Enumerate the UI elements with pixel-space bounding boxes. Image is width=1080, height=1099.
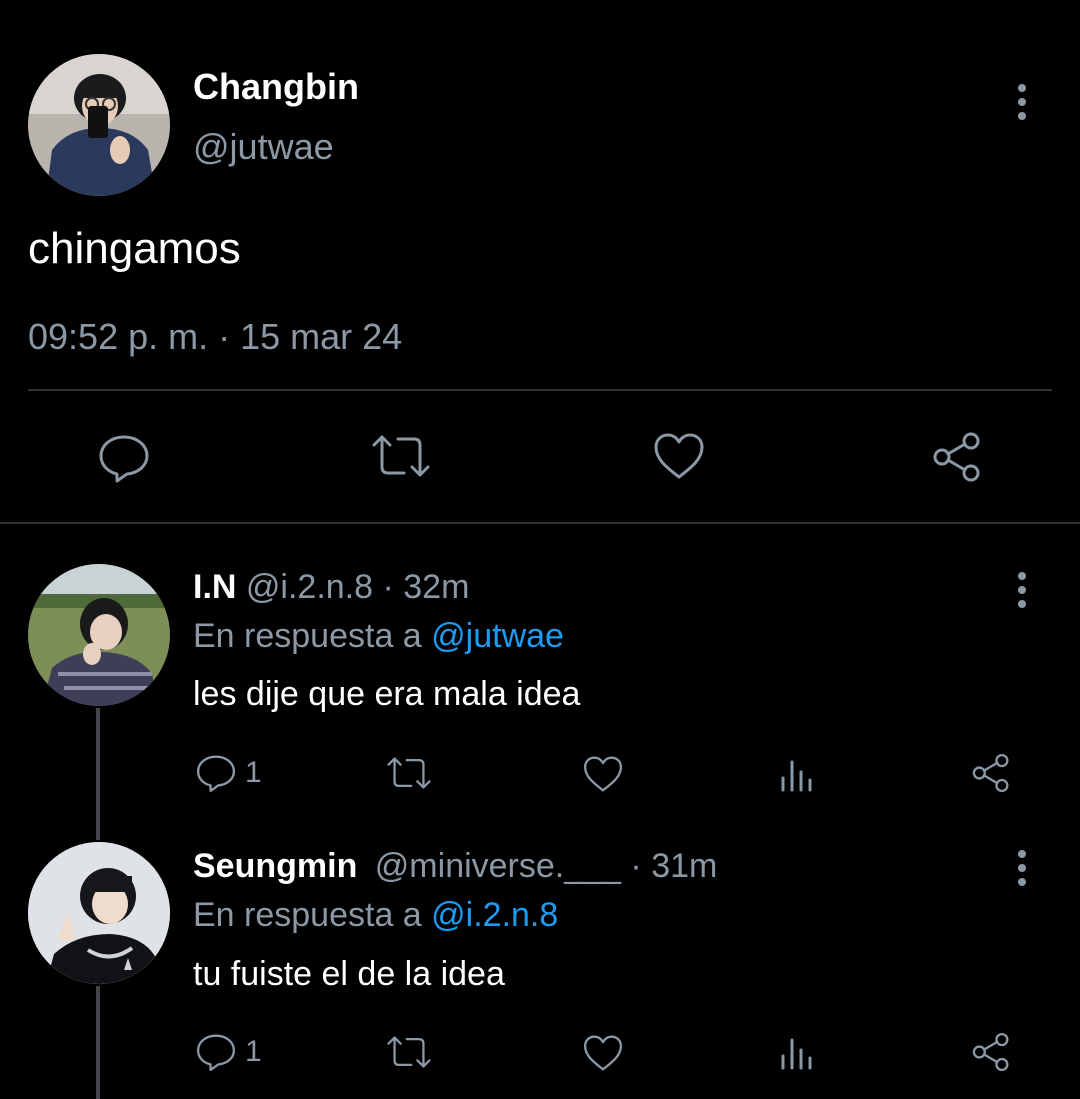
reply-header: I.N @i.2.n.8 · 32m	[193, 568, 469, 607]
author-handle[interactable]: @jutwae	[193, 126, 334, 168]
reply-author-handle[interactable]: @i.2.n.8	[246, 568, 373, 606]
replying-to-label: En respuesta a	[193, 896, 422, 934]
reply-time: · 31m	[630, 847, 718, 885]
profile-photo	[28, 54, 170, 196]
profile-photo	[28, 564, 170, 706]
more-options-icon[interactable]	[1012, 848, 1032, 888]
analytics-icon[interactable]	[779, 1034, 815, 1070]
replying-to-mention[interactable]: @jutwae	[431, 617, 564, 655]
reply-avatar[interactable]	[28, 564, 170, 706]
replying-to-label: En respuesta a	[193, 617, 422, 655]
tweet-timestamp: 09:52 p. m. · 15 mar 24	[28, 316, 403, 357]
more-options-icon[interactable]	[1012, 82, 1032, 122]
replying-to: En respuesta a @i.2.n.8	[193, 896, 558, 935]
reply-count: 1	[245, 1035, 262, 1068]
reply-author-handle[interactable]: @miniverse.___	[375, 847, 621, 885]
reply-text: les dije que era mala idea	[193, 675, 581, 713]
analytics-icon[interactable]	[779, 756, 815, 792]
thread-line	[96, 986, 100, 1099]
share-icon[interactable]	[970, 1031, 1012, 1073]
reply-author-name[interactable]: I.N	[193, 568, 236, 606]
reply-header: Seungmin @miniverse.___ · 31m	[193, 847, 717, 886]
share-icon[interactable]	[970, 752, 1012, 794]
tweet-text: chingamos	[28, 224, 241, 273]
retweet-icon[interactable]	[370, 431, 432, 481]
retweet-icon[interactable]	[385, 754, 433, 792]
divider	[28, 389, 1052, 391]
reply-count: 1	[245, 756, 262, 789]
thread-line	[96, 708, 100, 840]
reply-avatar[interactable]	[28, 842, 170, 984]
replying-to-mention[interactable]: @i.2.n.8	[431, 896, 558, 934]
like-icon[interactable]	[582, 1033, 624, 1073]
like-icon[interactable]	[652, 431, 706, 481]
profile-photo	[28, 842, 170, 984]
like-icon[interactable]	[582, 754, 624, 794]
retweet-icon[interactable]	[385, 1033, 433, 1071]
reply-icon[interactable]	[97, 431, 151, 485]
replying-to: En respuesta a @jutwae	[193, 617, 564, 656]
share-icon[interactable]	[930, 431, 984, 483]
main-avatar[interactable]	[28, 54, 170, 196]
reply-icon[interactable]	[195, 1031, 237, 1073]
reply-author-name[interactable]: Seungmin	[193, 847, 357, 885]
reply-text: tu fuiste el de la idea	[193, 955, 505, 993]
divider	[0, 522, 1080, 524]
author-name[interactable]: Changbin	[193, 66, 359, 108]
more-options-icon[interactable]	[1012, 570, 1032, 610]
reply-icon[interactable]	[195, 752, 237, 794]
reply-time: · 32m	[382, 568, 470, 606]
